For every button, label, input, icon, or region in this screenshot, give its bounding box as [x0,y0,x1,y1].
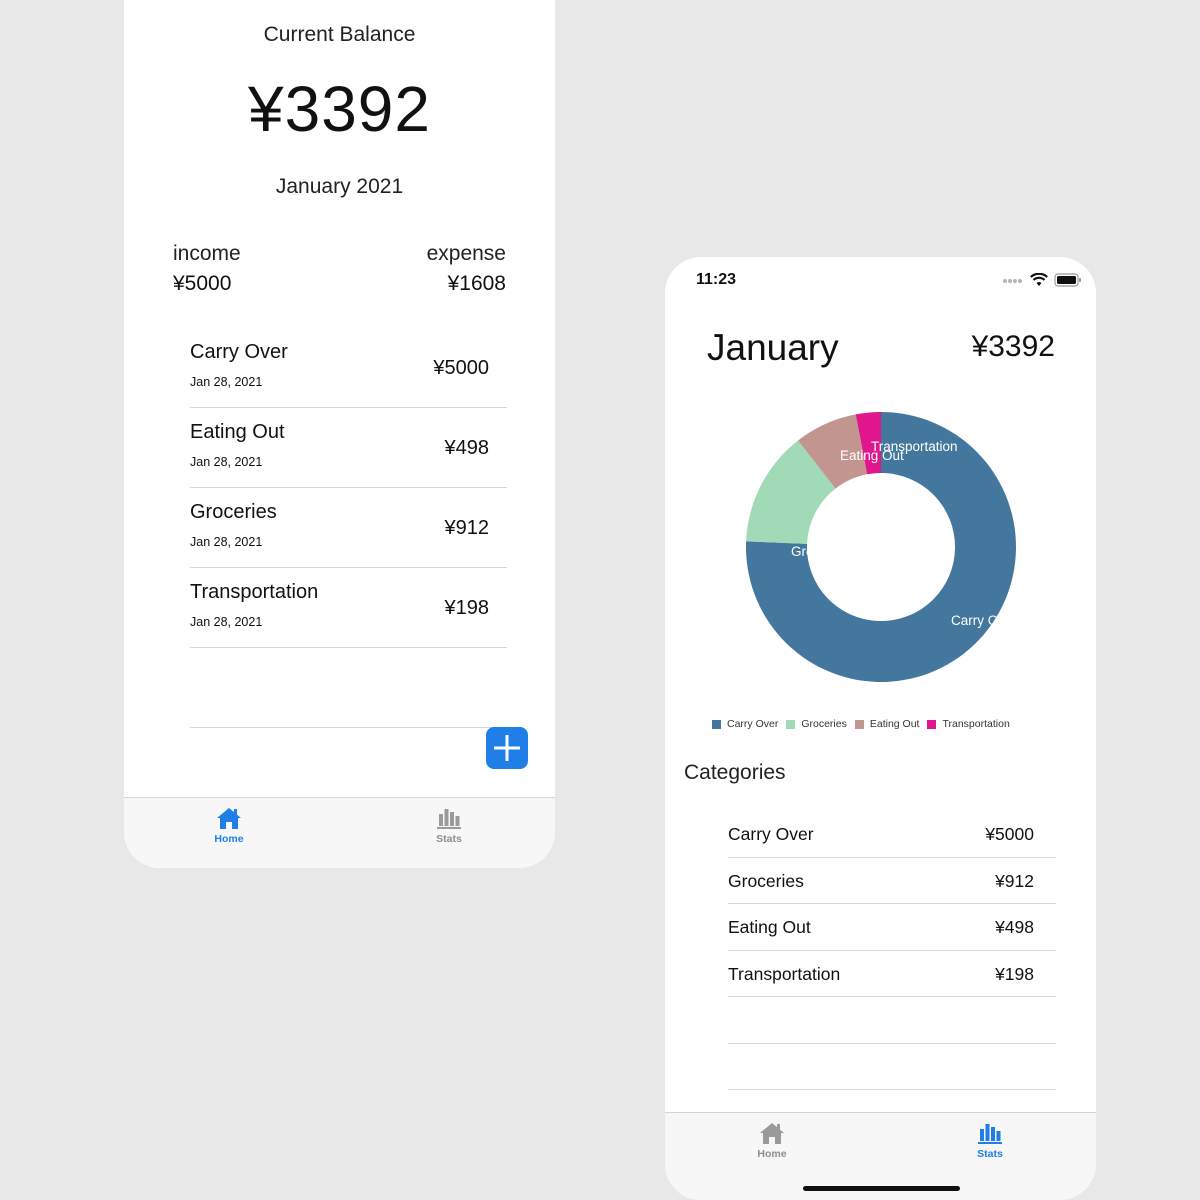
home-indicator [803,1186,960,1191]
transaction-name: Eating Out [190,421,285,443]
signal-icon [1003,279,1022,283]
category-row[interactable]: Carry Over ¥5000 [728,811,1056,858]
category-row[interactable]: Groceries ¥912 [728,858,1056,904]
add-transaction-button[interactable] [486,727,528,769]
transaction-row[interactable]: Groceries Jan 28, 2021 ¥912 [190,488,507,568]
bar-chart-icon [437,809,461,829]
transaction-date: Jan 28, 2021 [190,455,263,469]
legend-swatch [786,719,796,729]
balance-value: ¥3392 [248,73,431,145]
transaction-row[interactable]: Transportation Jan 28, 2021 ¥198 [190,568,507,648]
legend-swatch [712,719,721,729]
wifi-icon [1030,273,1048,286]
empty-row [728,1044,1056,1090]
tab-label: Home [214,833,244,845]
empty-row [190,648,507,728]
tab-stats[interactable]: Stats [950,1121,1030,1160]
transaction-date: Jan 28, 2021 [190,535,263,549]
legend-label: Eating Out [869,718,920,730]
tab-home[interactable]: Home [189,806,269,845]
category-name: Groceries [728,870,804,891]
transaction-name: Carry Over [190,341,288,363]
legend-label: Groceries [801,718,847,730]
slice-label: Transportation [871,439,958,454]
home-icon [217,808,241,829]
income-label: income [173,242,241,265]
legend-swatch [927,719,937,729]
categories-title: Categories [684,761,786,784]
category-row[interactable]: Eating Out ¥498 [728,904,1056,951]
transaction-date: Jan 28, 2021 [190,375,263,389]
slice-label: Carry Over [951,613,1018,628]
transaction-name: Groceries [190,501,277,523]
total-balance: ¥3392 [971,330,1055,363]
category-name: Eating Out [728,917,811,937]
transaction-row[interactable]: Eating Out Jan 28, 2021 ¥498 [190,408,507,488]
category-row[interactable]: Transportation ¥198 [728,951,1056,997]
home-screen: Current Balance ¥3392 January 2021 incom… [124,0,555,868]
category-list: Carry Over ¥5000 Groceries ¥912 Eating O… [728,811,1056,1090]
legend-item: Groceries [786,718,847,730]
category-amount: ¥198 [995,963,1034,984]
bar-chart-icon [978,1124,1002,1144]
page-title: January [707,327,839,368]
stats-screen: 11:23 January ¥3392 Carry Over Groceries E… [665,257,1096,1200]
transaction-amount: ¥912 [444,517,490,539]
transaction-list: Carry Over Jan 28, 2021 ¥5000 Eating Out… [190,328,507,728]
empty-row [728,997,1056,1044]
legend-item: Eating Out [854,718,920,730]
slice-label: Groceries [791,544,850,559]
home-icon [760,1123,784,1144]
transaction-amount: ¥498 [444,437,490,459]
legend-label: Carry Over [727,718,779,730]
category-amount: ¥5000 [985,824,1034,844]
expense-value: ¥1608 [447,272,506,295]
status-icons [1002,273,1082,287]
transaction-date: Jan 28, 2021 [190,615,263,629]
legend-item: Carry Over [712,718,778,730]
tab-label: Stats [436,833,462,845]
expense-label: expense [426,242,506,265]
plus-icon [494,735,520,761]
transaction-row[interactable]: Carry Over Jan 28, 2021 ¥5000 [190,328,507,408]
legend-item: Transportation [927,718,1010,730]
category-name: Carry Over [728,824,814,844]
tab-label: Stats [977,1148,1003,1160]
tab-home[interactable]: Home [732,1121,812,1160]
category-name: Transportation [728,963,841,984]
chart-legend: Carry Over Groceries Eating Out Transpor… [712,718,1010,730]
legend-label: Transportation [942,718,1010,730]
tab-stats[interactable]: Stats [409,806,489,845]
battery-icon [1054,273,1081,287]
legend-swatch [854,719,864,729]
category-amount: ¥912 [995,870,1034,891]
balance-label: Current Balance [263,23,416,46]
income-value: ¥5000 [173,272,232,295]
transaction-amount: ¥198 [444,597,490,619]
transaction-name: Transportation [190,581,319,603]
tab-label: Home [757,1148,787,1160]
status-time: 11:23 [696,271,737,288]
donut-chart: Carry OverGroceriesEating OutTransportat… [746,412,1018,682]
tab-bar: Home Stats [124,797,555,868]
month-label: January 2021 [275,175,404,198]
transaction-amount: ¥5000 [433,357,489,379]
category-amount: ¥498 [995,917,1034,937]
